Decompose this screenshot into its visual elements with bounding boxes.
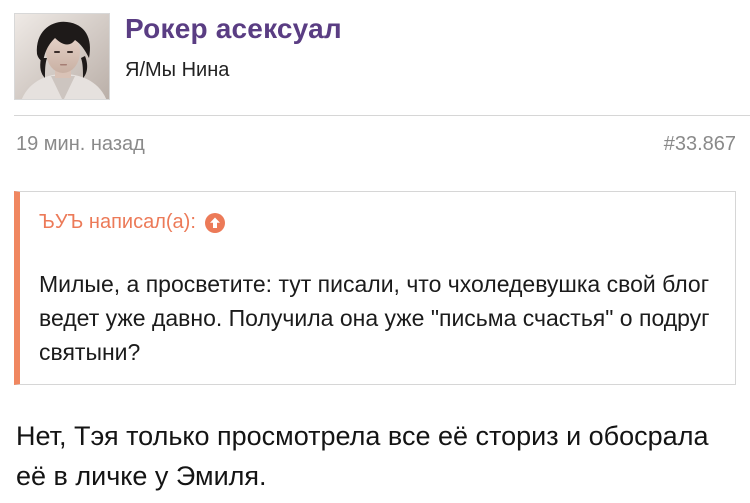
post-timestamp[interactable]: 19 мин. назад bbox=[16, 133, 145, 156]
post-author: Рокер асексуал Я/Мы Нина bbox=[14, 13, 734, 103]
avatar-photo-icon bbox=[15, 14, 109, 99]
quote-header: ЪУЪ написал(а): bbox=[39, 211, 225, 234]
arrow-up-circle-icon[interactable] bbox=[204, 212, 225, 233]
quote-text: Милые, а просветите: тут писали, что чхо… bbox=[39, 271, 710, 365]
avatar[interactable] bbox=[14, 13, 110, 100]
post-number-link[interactable]: #33.867 bbox=[664, 133, 736, 156]
quote-block: ЪУЪ написал(а): Милые, а просветите: тут… bbox=[14, 191, 736, 385]
username-link[interactable]: Рокер асексуал bbox=[125, 13, 342, 45]
header-divider bbox=[14, 115, 750, 116]
user-title: Я/Мы Нина bbox=[125, 59, 230, 81]
quote-author-label[interactable]: ЪУЪ написал(а): bbox=[39, 211, 196, 234]
post-message: Нет, Тэя только просмотрела все её стори… bbox=[16, 421, 709, 491]
